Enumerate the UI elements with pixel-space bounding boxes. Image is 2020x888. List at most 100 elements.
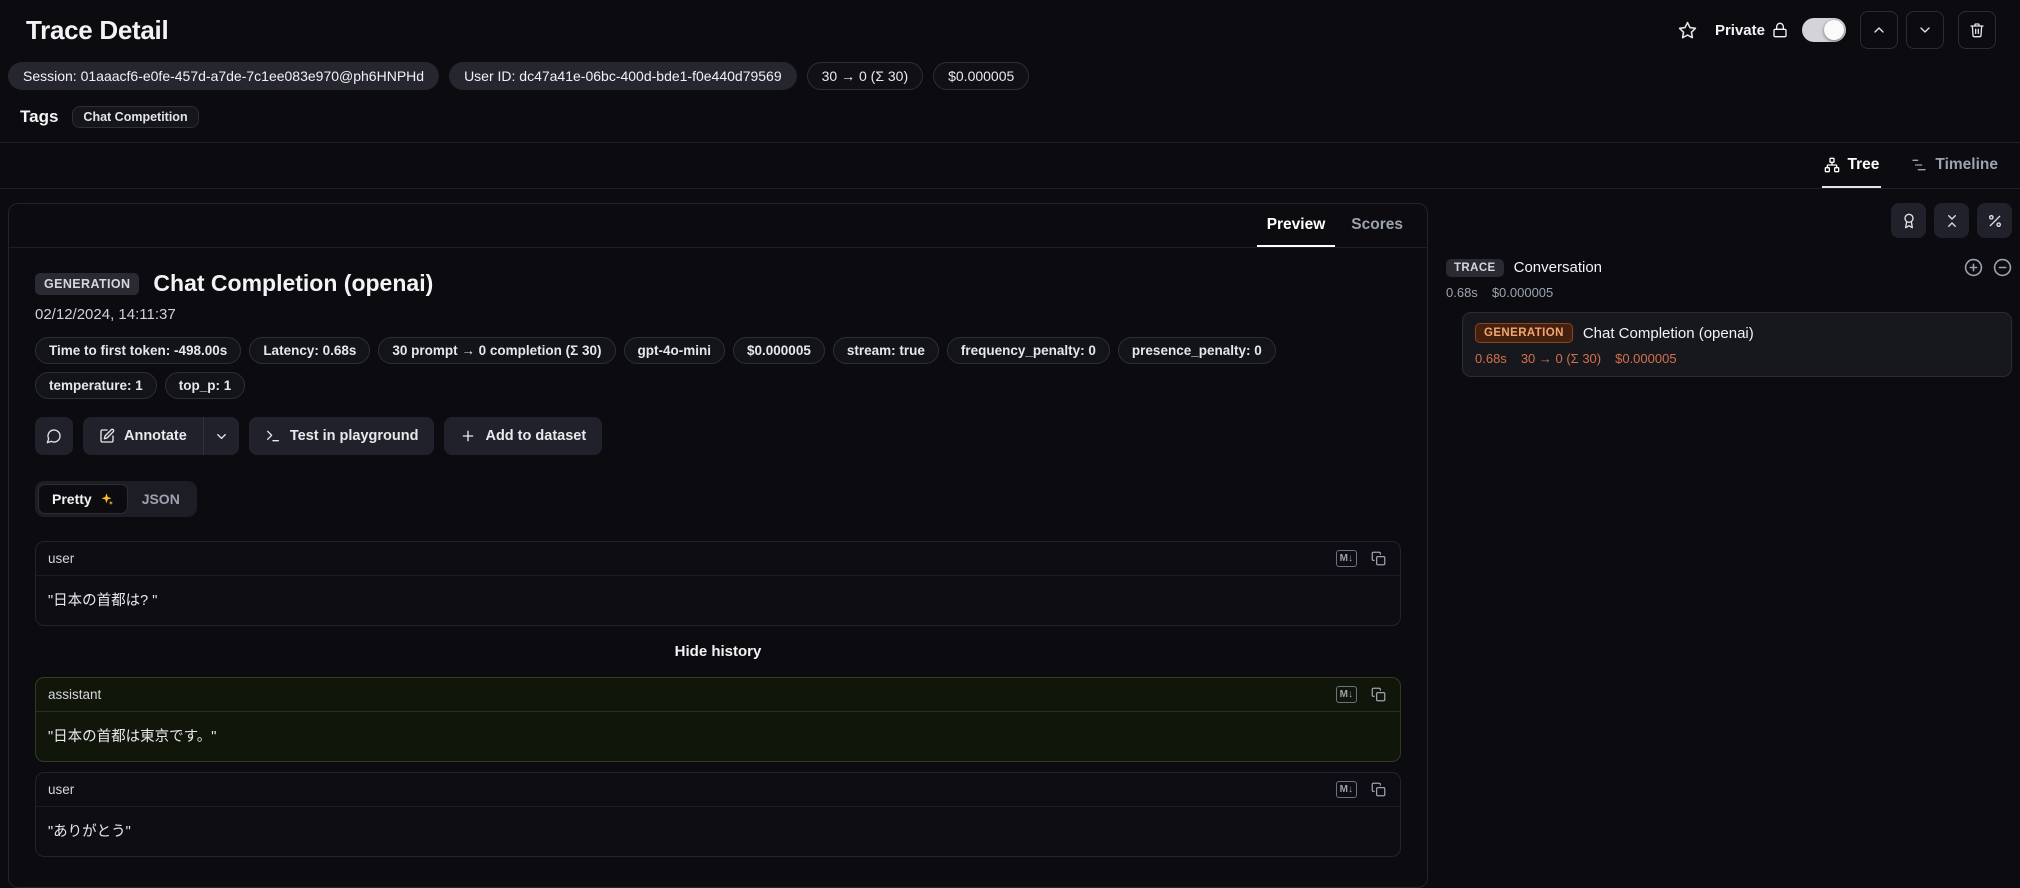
message-role: assistant	[48, 687, 102, 702]
message-user-1: user M↓ "日本の首都は? "	[35, 541, 1401, 626]
markdown-toggle-icon[interactable]: M↓	[1335, 686, 1357, 703]
chevrons-collapse-icon	[1947, 214, 1956, 227]
tags-label: Tags	[20, 107, 59, 126]
page-title: Trace Detail	[26, 14, 169, 45]
privacy-indicator: Private	[1715, 22, 1788, 39]
message-assistant: assistant M↓ "日本の首都は東京です。"	[35, 677, 1401, 762]
bookmark-star-button[interactable]	[1674, 17, 1701, 44]
expand-all-button[interactable]	[1964, 258, 1983, 277]
tree-node-generation[interactable]: GENERATION Chat Completion (openai) 0.68…	[1462, 312, 2012, 377]
tab-scores[interactable]: Scores	[1341, 204, 1413, 247]
copy-icon	[1371, 687, 1386, 702]
node-header: GENERATION Chat Completion (openai)	[1475, 323, 1999, 343]
pill-temperature: temperature: 1	[35, 372, 157, 399]
header-actions: Private	[1674, 11, 1996, 49]
node-cost: $0.000005	[1615, 351, 1677, 366]
pill-cost: $0.000005	[733, 337, 825, 364]
tab-preview[interactable]: Preview	[1256, 204, 1336, 247]
generation-badge: GENERATION	[1475, 323, 1573, 343]
chevron-down-icon	[216, 433, 226, 439]
timeline-icon	[1912, 159, 1927, 170]
award-icon	[1903, 213, 1914, 228]
pill-stream: stream: true	[832, 337, 939, 364]
trash-icon	[1970, 23, 1984, 38]
observation-card: Preview Scores GENERATION Chat Completio…	[8, 203, 1428, 888]
tag-chat-competition[interactable]: Chat Competition	[72, 106, 199, 128]
message-content: "日本の首都は東京です。"	[48, 729, 217, 745]
plus-icon	[463, 430, 474, 442]
delete-trace-button[interactable]	[1958, 11, 1996, 49]
header: Trace Detail Private	[0, 0, 2020, 58]
pen-square-icon	[100, 428, 115, 443]
star-icon	[1678, 21, 1697, 38]
format-pretty-label: Pretty	[52, 491, 92, 507]
trace-tree-panel: TRACE Conversation 0.68s $0.000005 GENER	[1446, 203, 2012, 377]
copy-button[interactable]	[1369, 549, 1388, 568]
markdown-toggle-icon[interactable]: M↓	[1335, 550, 1357, 567]
message-user-2: user M↓ "ありがとう"	[35, 772, 1401, 857]
trace-cost: $0.000005	[1491, 285, 1554, 300]
pill-presence-penalty: presence_penalty: 0	[1117, 337, 1276, 364]
format-toggle: Pretty JSON	[35, 481, 197, 517]
observation-header: GENERATION Chat Completion (openai)	[35, 270, 1401, 297]
annotate-split-button: Annotate	[83, 417, 239, 455]
node-token-usage: 30 → 0 (Σ 30)	[1520, 351, 1602, 366]
annotate-button[interactable]: Annotate	[83, 417, 204, 455]
message-header: assistant M↓	[36, 678, 1400, 712]
tree-controls	[1446, 203, 2012, 238]
tab-timeline[interactable]: Timeline	[1909, 143, 2000, 188]
view-tabs: Tree Timeline	[0, 143, 2020, 189]
observation-title: Chat Completion (openai)	[153, 270, 434, 296]
format-json-button[interactable]: JSON	[128, 484, 194, 514]
test-in-playground-button[interactable]: Test in playground	[248, 417, 435, 455]
observation-tabs: Preview Scores	[9, 204, 1427, 248]
tab-tree[interactable]: Tree	[1821, 143, 1882, 188]
node-latency: 0.68s	[1475, 351, 1507, 366]
comment-icon	[46, 429, 61, 444]
comment-button[interactable]	[35, 417, 73, 455]
public-sharing-toggle[interactable]	[1802, 18, 1846, 42]
minus-circle-icon	[1993, 258, 2012, 277]
terminal-icon	[266, 430, 279, 442]
format-pretty-button[interactable]: Pretty	[38, 484, 128, 514]
collapse-all-button[interactable]	[1934, 203, 1969, 238]
hide-history-button[interactable]: Hide history	[35, 636, 1401, 667]
test-in-playground-label: Test in playground	[289, 428, 419, 444]
previous-trace-button[interactable]	[1860, 11, 1898, 49]
tab-tree-label: Tree	[1847, 155, 1880, 173]
message-header: user M↓	[36, 542, 1400, 576]
tree-expand-controls	[1964, 258, 2012, 277]
pill-time-to-first-token: Time to first token: -498.00s	[35, 337, 242, 364]
trace-nav-buttons	[1860, 11, 1944, 49]
annotate-dropdown-button[interactable]	[203, 417, 239, 455]
copy-icon	[1371, 782, 1386, 797]
markdown-toggle-icon[interactable]: M↓	[1335, 781, 1357, 798]
scores-toggle-button[interactable]	[1891, 203, 1926, 238]
generation-type-badge: GENERATION	[35, 272, 140, 295]
node-title: Chat Completion (openai)	[1582, 324, 1754, 342]
copy-button[interactable]	[1369, 685, 1388, 704]
next-trace-button[interactable]	[1906, 11, 1944, 49]
token-usage-badge: 30 → 0 (Σ 30)	[806, 62, 924, 90]
message-content: "ありがとう"	[48, 824, 131, 840]
pill-model[interactable]: gpt-4o-mini	[623, 337, 726, 364]
metrics-toggle-button[interactable]	[1977, 203, 2012, 238]
tab-timeline-label: Timeline	[1935, 155, 1998, 173]
message-role: user	[48, 551, 75, 566]
collapse-node-button[interactable]	[1993, 258, 2012, 277]
add-to-dataset-button[interactable]: Add to dataset	[444, 417, 603, 455]
tree-network-icon	[1824, 157, 1839, 172]
session-badge[interactable]: Session: 01aaacf6-e0fe-457d-a7de-7c1ee08…	[8, 62, 440, 90]
copy-button[interactable]	[1369, 780, 1388, 799]
user-id-badge[interactable]: User ID: dc47a41e-06bc-400d-bde1-f0e440d…	[449, 62, 797, 90]
trace-metrics: 0.68s $0.000005	[1446, 285, 2012, 300]
observation-actions: Annotate Test in playground Add to datas…	[35, 417, 1401, 455]
annotate-label: Annotate	[124, 428, 187, 444]
observation-metrics-pills: Time to first token: -498.00s Latency: 0…	[35, 337, 1401, 399]
lock-icon	[1773, 22, 1787, 38]
observation-body: GENERATION Chat Completion (openai) 02/1…	[9, 248, 1427, 887]
pill-top-p: top_p: 1	[164, 372, 246, 399]
plus-circle-icon	[1964, 258, 1983, 277]
trace-root-row[interactable]: TRACE Conversation	[1446, 258, 2012, 277]
toggle-knob	[1824, 20, 1844, 40]
